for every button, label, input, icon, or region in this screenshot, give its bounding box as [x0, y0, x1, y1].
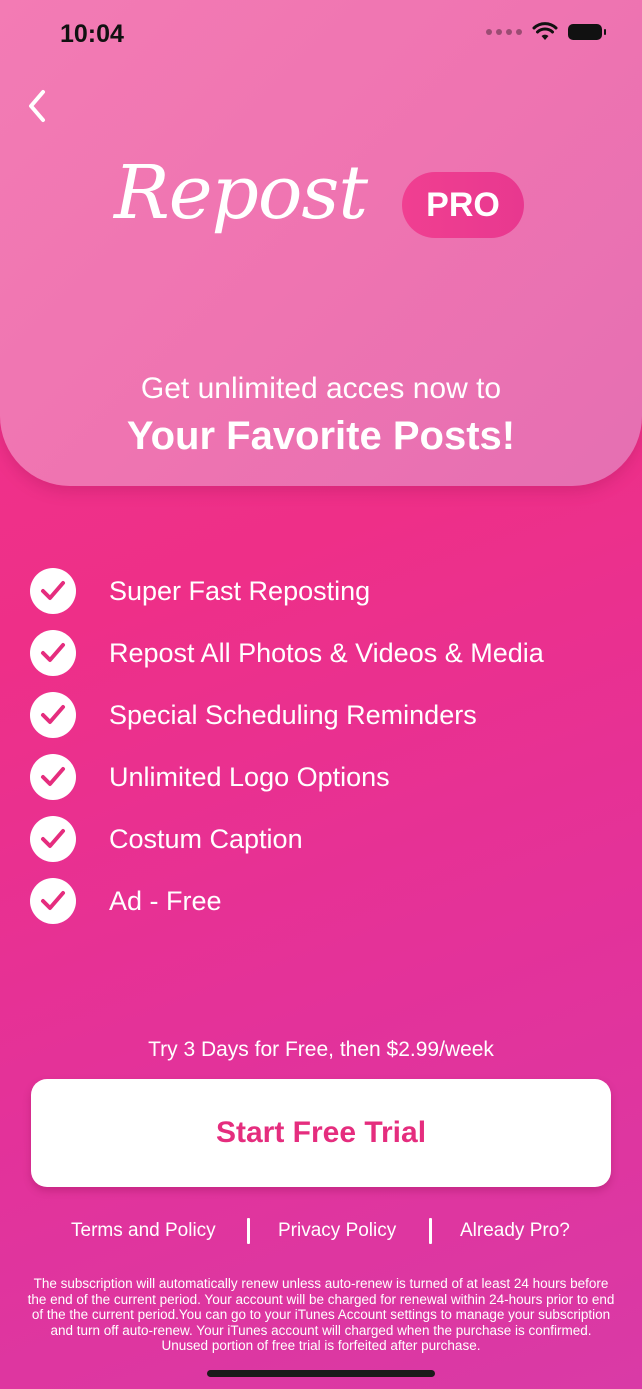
- status-time: 10:04: [60, 20, 124, 48]
- signal-icon: [486, 29, 522, 35]
- feature-item: Unlimited Logo Options: [30, 746, 544, 808]
- checkmark-icon: [30, 630, 76, 676]
- feature-label: Super Fast Reposting: [109, 575, 371, 606]
- chevron-left-icon: [29, 90, 45, 122]
- checkmark-icon: [30, 754, 76, 800]
- link-divider: [247, 1218, 250, 1244]
- footer-links: Terms and Policy Privacy Policy Already …: [0, 1218, 642, 1248]
- checkmark-icon: [30, 692, 76, 738]
- privacy-link[interactable]: Privacy Policy: [278, 1220, 396, 1242]
- home-indicator: [207, 1370, 435, 1377]
- battery-icon: [568, 24, 606, 40]
- checkmark-icon: [30, 878, 76, 924]
- feature-item: Repost All Photos & Videos & Media: [30, 622, 544, 684]
- headline: Your Favorite Posts!: [126, 414, 516, 458]
- wifi-icon: [532, 22, 558, 40]
- feature-label: Special Scheduling Reminders: [109, 699, 477, 730]
- checkmark-icon: [30, 816, 76, 862]
- app-logo: Repost: [114, 150, 368, 236]
- subtitle: Get unlimited acces now to: [140, 372, 502, 405]
- feature-item: Costum Caption: [30, 808, 544, 870]
- checkmark-icon: [30, 568, 76, 614]
- pro-badge: PRO: [402, 172, 524, 238]
- feature-list: Super Fast Reposting Repost All Photos &…: [30, 560, 544, 932]
- feature-item: Super Fast Reposting: [30, 560, 544, 622]
- feature-item: Special Scheduling Reminders: [30, 684, 544, 746]
- feature-label: Ad - Free: [109, 885, 222, 916]
- feature-label: Costum Caption: [109, 823, 303, 854]
- back-button[interactable]: [22, 88, 52, 124]
- already-pro-link[interactable]: Already Pro?: [460, 1220, 570, 1242]
- trial-pricing-text: Try 3 Days for Free, then $2.99/week: [148, 1038, 494, 1061]
- subscription-terms: The subscription will automatically rene…: [27, 1276, 615, 1353]
- link-divider: [429, 1218, 432, 1244]
- terms-link[interactable]: Terms and Policy: [71, 1220, 216, 1242]
- feature-label: Unlimited Logo Options: [109, 761, 390, 792]
- status-icons: [486, 22, 606, 42]
- start-free-trial-button[interactable]: Start Free Trial: [31, 1079, 611, 1187]
- feature-item: Ad - Free: [30, 870, 544, 932]
- feature-label: Repost All Photos & Videos & Media: [109, 637, 544, 668]
